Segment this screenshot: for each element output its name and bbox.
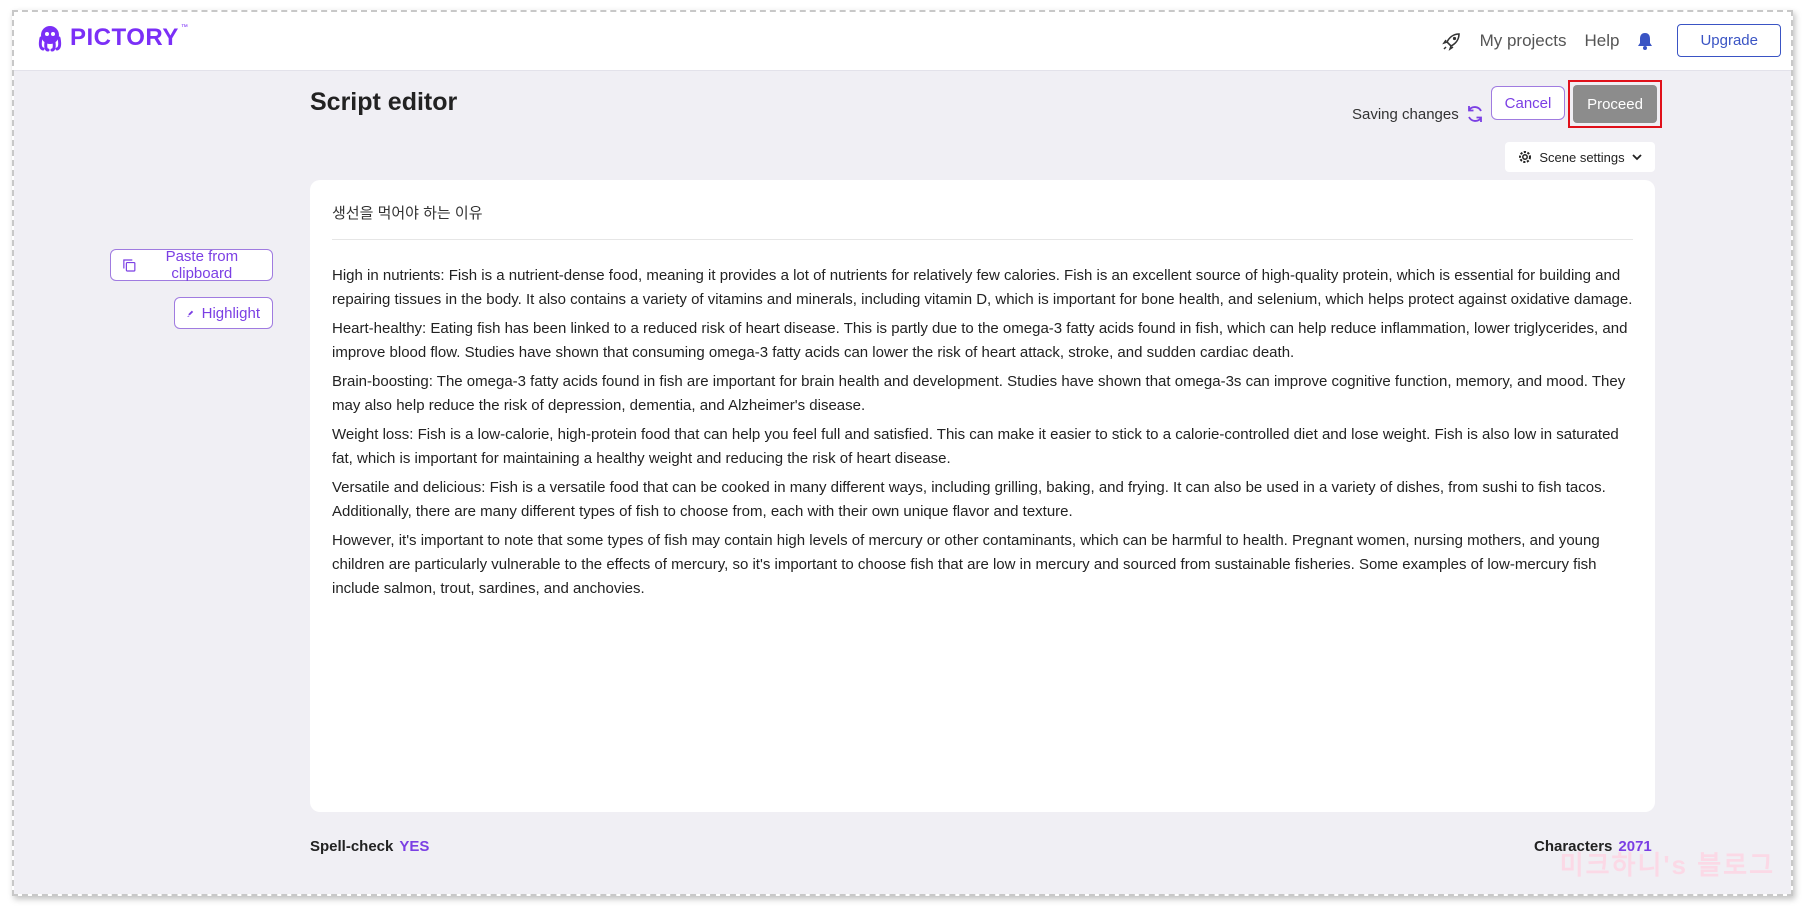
watermark: 미크하니's 블로그 — [1559, 850, 1775, 880]
saving-status: Saving changes — [1352, 104, 1485, 124]
octopus-logo-icon — [38, 26, 62, 52]
cancel-button[interactable]: Cancel — [1491, 86, 1565, 120]
script-paragraph[interactable]: Weight loss: Fish is a low-calorie, high… — [332, 423, 1633, 471]
scene-settings-dropdown[interactable]: Scene settings — [1505, 142, 1655, 172]
pen-icon — [187, 310, 194, 317]
nav-help[interactable]: Help — [1584, 31, 1619, 51]
script-paragraph[interactable]: High in nutrients: Fish is a nutrient-de… — [332, 264, 1633, 312]
app-window: PICTORY ™ My projects Help Upgrade Scrip… — [14, 12, 1791, 894]
proceed-highlight-box: Proceed — [1568, 80, 1662, 128]
nav-right: My projects Help Upgrade — [1441, 24, 1781, 57]
top-navbar: PICTORY ™ My projects Help Upgrade — [14, 12, 1791, 71]
spell-check-status: Spell-check YES — [310, 838, 429, 855]
script-editor[interactable]: 생선을 먹어야 하는 이유 High in nutrients: Fish is… — [310, 180, 1655, 812]
paste-label: Paste from clipboard — [165, 248, 239, 282]
chevron-down-icon — [1632, 154, 1642, 161]
logo[interactable]: PICTORY ™ — [36, 24, 192, 52]
copy-icon — [123, 258, 136, 272]
script-paragraph[interactable]: Brain-boosting: The omega-3 fatty acids … — [332, 370, 1633, 418]
script-title[interactable]: 생선을 먹어야 하는 이유 — [332, 202, 1633, 240]
script-paragraph[interactable]: However, it's important to note that som… — [332, 529, 1633, 601]
script-paragraph[interactable]: Heart-healthy: Eating fish has been link… — [332, 317, 1633, 365]
screenshot-frame: PICTORY ™ My projects Help Upgrade Scrip… — [12, 10, 1793, 896]
nav-my-projects[interactable]: My projects — [1480, 31, 1567, 51]
scene-settings-label: Scene settings — [1539, 149, 1625, 165]
highlight-button[interactable]: Highlight — [174, 297, 273, 329]
gear-icon — [1519, 151, 1532, 163]
saving-text: Saving changes — [1352, 105, 1459, 123]
upgrade-button[interactable]: Upgrade — [1677, 24, 1781, 57]
highlight-label: Highlight — [201, 304, 260, 322]
spell-check-value[interactable]: YES — [399, 838, 429, 855]
proceed-button[interactable]: Proceed — [1573, 85, 1657, 123]
page-title: Script editor — [310, 88, 458, 116]
bell-icon[interactable] — [1637, 32, 1653, 50]
paste-from-clipboard-button[interactable]: Paste from clipboard — [110, 248, 273, 282]
trademark: ™ — [180, 23, 188, 31]
sync-icon — [1467, 106, 1482, 122]
script-paragraph[interactable]: Versatile and delicious: Fish is a versa… — [332, 476, 1633, 524]
spell-check-label: Spell-check — [310, 838, 394, 855]
brand-name: PICTORY — [70, 24, 179, 51]
rocket-icon[interactable] — [1441, 31, 1462, 51]
